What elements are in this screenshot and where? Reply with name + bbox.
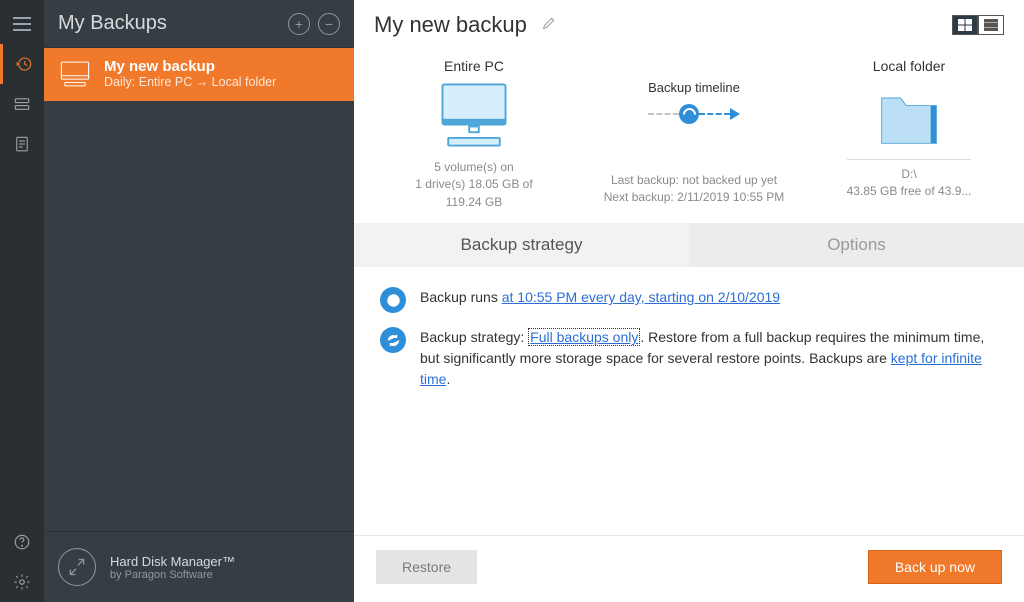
edit-title-button[interactable] bbox=[541, 15, 557, 36]
strategy-icon bbox=[380, 327, 406, 353]
document-icon bbox=[13, 135, 31, 153]
nav-settings[interactable] bbox=[0, 562, 44, 602]
help-icon bbox=[13, 533, 31, 551]
gear-icon bbox=[13, 573, 31, 591]
page-title: My new backup bbox=[374, 12, 527, 38]
view-list-button[interactable] bbox=[978, 15, 1004, 35]
source-column[interactable]: Entire PC 5 volume(s) on 1 drive(s) 18.0… bbox=[384, 58, 564, 211]
target-meta: D:\ 43.85 GB free of 43.9... bbox=[847, 159, 972, 201]
pencil-icon bbox=[541, 15, 557, 31]
target-column[interactable]: Local folder D:\ 43.85 GB free of 43.9..… bbox=[824, 58, 994, 211]
product-logo bbox=[58, 548, 96, 586]
icon-rail bbox=[0, 0, 44, 602]
backup-list-item[interactable]: My new backup Daily: Entire PC → Local f… bbox=[44, 48, 354, 101]
strategy-body: Backup runs at 10:55 PM every day, start… bbox=[354, 267, 1024, 535]
pc-icon bbox=[58, 60, 92, 88]
backup-now-button[interactable]: Back up now bbox=[868, 550, 1002, 584]
clock-icon bbox=[679, 104, 699, 124]
side-title: My Backups bbox=[58, 12, 280, 35]
side-panel: My Backups + − My new backup Daily: Enti… bbox=[44, 0, 354, 602]
monitor-icon bbox=[431, 80, 517, 155]
nav-help[interactable] bbox=[0, 522, 44, 562]
overview-row: Entire PC 5 volume(s) on 1 drive(s) 18.0… bbox=[354, 40, 1024, 219]
view-cards-button[interactable] bbox=[952, 15, 978, 35]
restore-button[interactable]: Restore bbox=[376, 550, 477, 584]
strategy-type-link[interactable]: Full backups only bbox=[528, 328, 640, 346]
view-toggle bbox=[952, 15, 1004, 35]
hamburger-icon bbox=[13, 17, 31, 31]
disks-icon bbox=[13, 95, 31, 113]
source-meta: 5 volume(s) on 1 drive(s) 18.05 GB of 11… bbox=[415, 159, 532, 211]
schedule-icon bbox=[380, 287, 406, 313]
timeline[interactable]: Backup timeline bbox=[648, 58, 740, 168]
target-label: Local folder bbox=[873, 58, 945, 74]
tab-strategy[interactable]: Backup strategy bbox=[354, 223, 689, 267]
backup-item-title: My new backup bbox=[104, 58, 276, 75]
strategy-text: Backup strategy: Full backups only. Rest… bbox=[420, 327, 998, 390]
tab-options[interactable]: Options bbox=[689, 223, 1024, 267]
product-vendor: by Paragon Software bbox=[110, 569, 235, 581]
menu-button[interactable] bbox=[0, 4, 44, 44]
backup-item-subtitle: Daily: Entire PC → Local folder bbox=[104, 75, 276, 89]
folder-icon bbox=[876, 80, 942, 155]
main-panel: My new backup Entire PC bbox=[354, 0, 1024, 602]
schedule-link[interactable]: at 10:55 PM every day, starting on 2/10/… bbox=[502, 289, 780, 305]
history-icon bbox=[15, 55, 33, 73]
list-icon bbox=[984, 19, 998, 31]
side-footer: Hard Disk Manager™ by Paragon Software bbox=[44, 531, 354, 602]
timeline-label: Backup timeline bbox=[648, 80, 740, 95]
arrow-right-icon bbox=[730, 108, 740, 120]
nav-backups[interactable] bbox=[0, 44, 44, 84]
footer: Restore Back up now bbox=[354, 535, 1024, 602]
tabs: Backup strategy Options bbox=[354, 223, 1024, 267]
nav-disks[interactable] bbox=[0, 84, 44, 124]
product-name: Hard Disk Manager™ bbox=[110, 554, 235, 569]
add-backup-button[interactable]: + bbox=[288, 13, 310, 35]
grid-icon bbox=[958, 19, 972, 31]
timeline-meta: Last backup: not backed up yet Next back… bbox=[604, 172, 785, 207]
schedule-text: Backup runs at 10:55 PM every day, start… bbox=[420, 287, 780, 308]
source-label: Entire PC bbox=[444, 58, 504, 74]
nav-log[interactable] bbox=[0, 124, 44, 164]
remove-backup-button[interactable]: − bbox=[318, 13, 340, 35]
